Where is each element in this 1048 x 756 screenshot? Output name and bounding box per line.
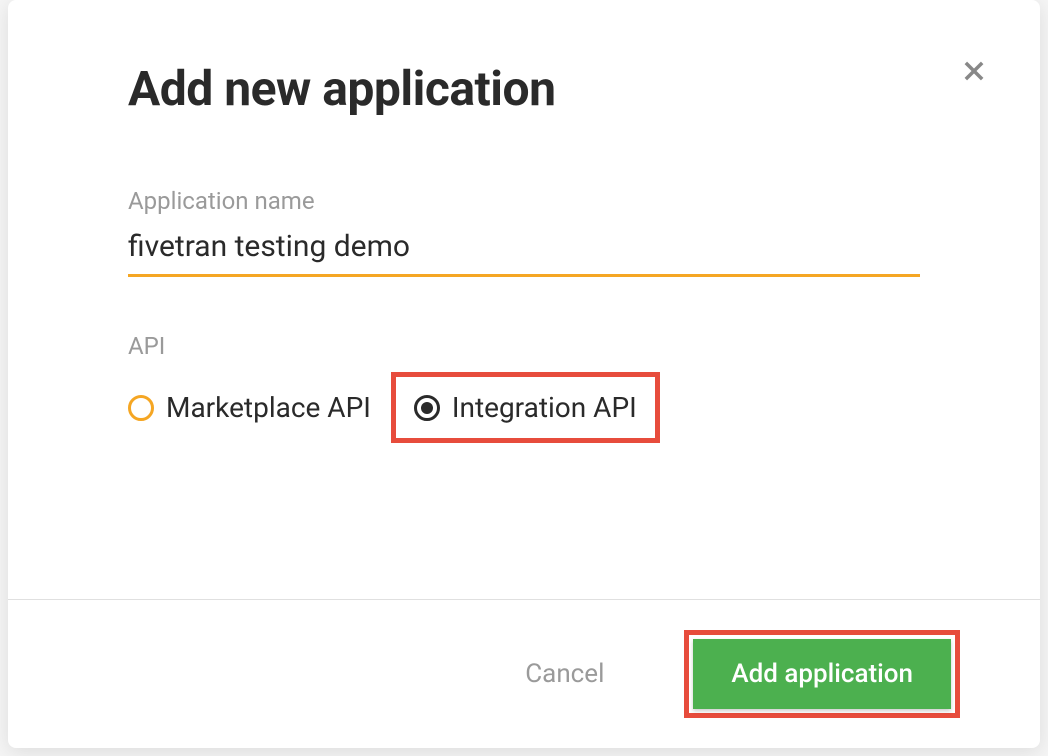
close-button[interactable]	[958, 55, 990, 87]
highlight-add-button: Add application	[684, 630, 960, 718]
radio-label-marketplace: Marketplace API	[166, 391, 371, 424]
radio-icon-selected	[414, 395, 440, 421]
modal-body: Add new application Application name API…	[8, 0, 1040, 599]
add-application-modal: Add new application Application name API…	[8, 0, 1040, 748]
modal-footer: Cancel Add application	[8, 599, 1040, 748]
application-name-input[interactable]	[128, 223, 920, 277]
cancel-button[interactable]: Cancel	[505, 649, 624, 699]
api-field: API Marketplace API Integration API	[128, 332, 920, 443]
highlight-integration-api: Integration API	[391, 372, 660, 443]
api-radio-group: Marketplace API Integration API	[128, 372, 920, 443]
radio-label-integration: Integration API	[452, 391, 637, 424]
modal-title: Add new application	[128, 60, 920, 117]
radio-icon	[128, 395, 154, 421]
radio-marketplace-api[interactable]: Marketplace API	[128, 391, 371, 424]
application-name-label: Application name	[128, 187, 920, 215]
radio-integration-api[interactable]: Integration API	[414, 391, 637, 424]
radio-dot-icon	[421, 402, 433, 414]
application-name-field: Application name	[128, 187, 920, 277]
close-icon	[960, 57, 988, 85]
add-application-button[interactable]: Add application	[693, 639, 951, 709]
api-label: API	[128, 332, 920, 360]
